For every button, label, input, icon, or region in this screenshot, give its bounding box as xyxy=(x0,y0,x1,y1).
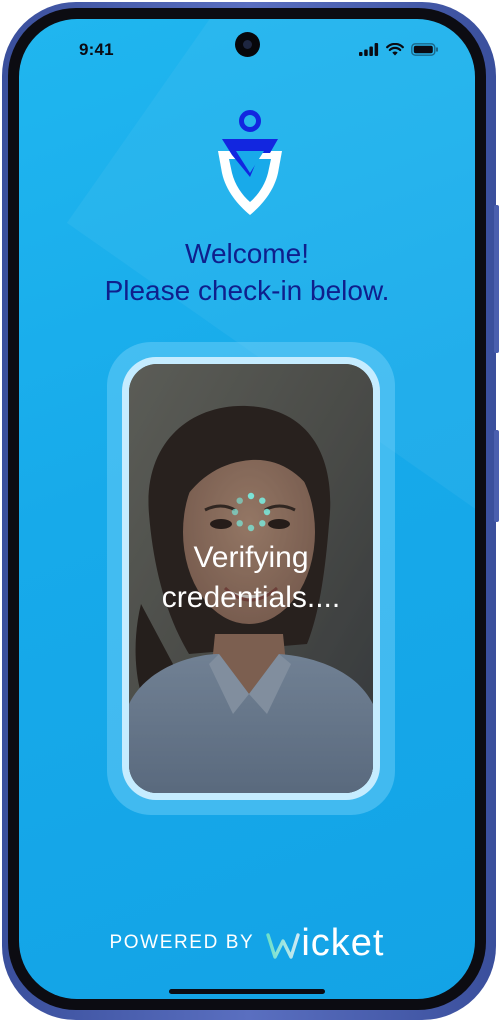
welcome-subtitle: Please check-in below. xyxy=(104,275,390,306)
signal-icon xyxy=(359,43,379,56)
wicket-logo: icket xyxy=(266,923,384,963)
home-indicator[interactable] xyxy=(169,989,325,994)
verification-status: Verifying credentials.... xyxy=(129,538,373,618)
verification-status-line2: credentials.... xyxy=(161,581,341,614)
camera-preview: Verifying credentials.... xyxy=(122,357,380,800)
app-screen: 9:41 Welcome! Please check-in below. Ver… xyxy=(19,19,475,999)
front-camera xyxy=(235,32,260,57)
status-time: 9:41 xyxy=(79,40,114,59)
wifi-icon xyxy=(386,43,404,56)
verification-status-line1: Verifying xyxy=(193,541,309,574)
phone-side-button-upper xyxy=(494,205,499,353)
phone-side-button-lower xyxy=(494,430,499,522)
loading-spinner-icon xyxy=(231,492,271,532)
person-shield-logo xyxy=(212,107,288,217)
battery-icon xyxy=(411,43,438,56)
welcome-title: Welcome! xyxy=(185,238,309,269)
status-bar: 9:41 xyxy=(19,19,475,81)
powered-by-label: POWERED BY xyxy=(109,932,255,953)
wicket-w-icon xyxy=(266,933,301,959)
powered-by-footer: POWERED BY icket xyxy=(19,923,475,963)
face-capture-photo: Verifying credentials.... xyxy=(129,364,373,793)
wicket-wordmark: icket xyxy=(301,922,385,964)
welcome-heading: Welcome! Please check-in below. xyxy=(19,235,475,309)
